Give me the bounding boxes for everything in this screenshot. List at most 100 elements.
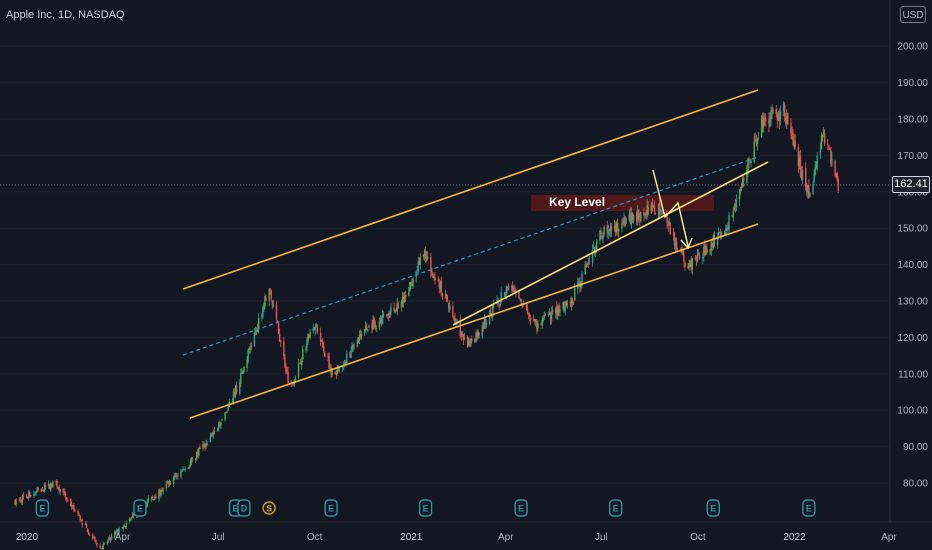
candle-body — [702, 257, 704, 259]
candle-body — [322, 341, 324, 347]
candle-body — [316, 327, 319, 333]
candle-body — [632, 215, 635, 222]
event-marker-e: E — [35, 499, 50, 517]
candle-body — [122, 526, 124, 530]
candle-body — [243, 366, 245, 373]
candle-body — [713, 235, 716, 246]
candle-body — [102, 543, 104, 549]
candle-body — [64, 493, 67, 498]
candle-body — [507, 285, 510, 290]
channel-lower-line — [189, 223, 759, 419]
candle-body — [94, 536, 96, 539]
x-tick-label: Oct — [307, 532, 323, 543]
candle-body — [328, 356, 330, 369]
candle-body — [309, 332, 311, 338]
candle-body — [728, 215, 730, 230]
candle-body — [821, 134, 824, 139]
candle-body — [829, 147, 831, 150]
candle-body — [87, 531, 90, 535]
candle-body — [408, 291, 410, 296]
event-marker-e: E — [418, 499, 433, 517]
candle-body — [431, 270, 433, 276]
candle-body — [618, 230, 620, 231]
candle-body — [37, 487, 39, 490]
candle-body — [88, 534, 91, 536]
candle-body — [172, 477, 175, 484]
candle-body — [799, 155, 802, 174]
candle-body — [320, 339, 323, 341]
candle-body — [542, 317, 544, 322]
candle-body — [779, 111, 782, 120]
candle-body — [499, 303, 501, 306]
candle-body — [784, 105, 786, 117]
candle-body — [331, 370, 333, 376]
y-tick-label: 140.00 — [897, 260, 928, 271]
candle-body — [440, 281, 443, 295]
candle-body — [446, 300, 449, 302]
candle-body — [74, 510, 76, 512]
candle-body — [588, 261, 591, 263]
candle-body — [485, 323, 488, 326]
y-tick-label: 80.00 — [903, 479, 928, 490]
candle-body — [684, 263, 686, 267]
candle-body — [566, 303, 569, 306]
candle-body — [277, 322, 280, 334]
event-marker-label: E — [518, 504, 524, 514]
candle-body — [640, 211, 642, 222]
y-tick-label: 130.00 — [897, 297, 928, 308]
y-tick-label: 170.00 — [897, 151, 928, 162]
candle-body — [578, 280, 580, 282]
candle-body — [199, 447, 201, 450]
y-tick-label: 200.00 — [897, 42, 928, 53]
x-tick-label: Jul — [595, 532, 608, 543]
candle-body — [653, 205, 656, 212]
candle-body — [190, 459, 193, 463]
candle-body — [525, 304, 528, 309]
candle-body — [478, 332, 480, 336]
candle-body — [654, 213, 657, 215]
candle-body — [275, 304, 278, 320]
candle-body — [696, 252, 699, 261]
candle-body — [772, 109, 774, 111]
candle-body — [574, 288, 576, 301]
candle-body — [375, 327, 377, 329]
candle-body — [434, 277, 436, 281]
candle-body — [323, 346, 325, 352]
candle-body — [816, 155, 818, 168]
candle-body — [224, 413, 226, 420]
candle-body — [596, 240, 598, 249]
candle-body — [771, 109, 773, 113]
candle-body — [456, 320, 458, 322]
candle-body — [30, 495, 32, 497]
candle-body — [419, 257, 422, 265]
candle-body — [587, 262, 590, 264]
candle-body — [272, 305, 275, 308]
candle-body — [21, 495, 24, 503]
candle-body — [213, 431, 216, 432]
candle-body — [95, 539, 97, 543]
candle-body — [86, 528, 89, 533]
candle-body — [801, 169, 804, 180]
candle-body — [182, 468, 184, 470]
y-tick-label: 120.00 — [897, 333, 928, 344]
y-tick-label: 150.00 — [897, 224, 928, 235]
candle-body — [698, 256, 701, 258]
candle-body — [529, 317, 532, 321]
event-markers: EEEDSEEEEEE — [35, 499, 816, 517]
candle-body — [63, 491, 66, 493]
candle-body — [691, 258, 693, 270]
candle-body — [181, 470, 183, 472]
candle-body — [346, 353, 348, 364]
currency-button[interactable]: USD — [900, 6, 926, 23]
candle-body — [194, 459, 197, 460]
candle-body — [353, 345, 355, 346]
candle-body — [471, 339, 473, 340]
candle-body — [206, 442, 208, 445]
price-chart[interactable]: EEEDSEEEEEE 200.00190.00180.00170.00160.… — [0, 0, 932, 550]
candle-body — [794, 140, 796, 148]
candle-body — [177, 475, 179, 477]
candle-body — [110, 535, 113, 540]
channel-midline — [182, 156, 759, 356]
candle-body — [819, 149, 822, 156]
candle-body — [287, 371, 289, 384]
